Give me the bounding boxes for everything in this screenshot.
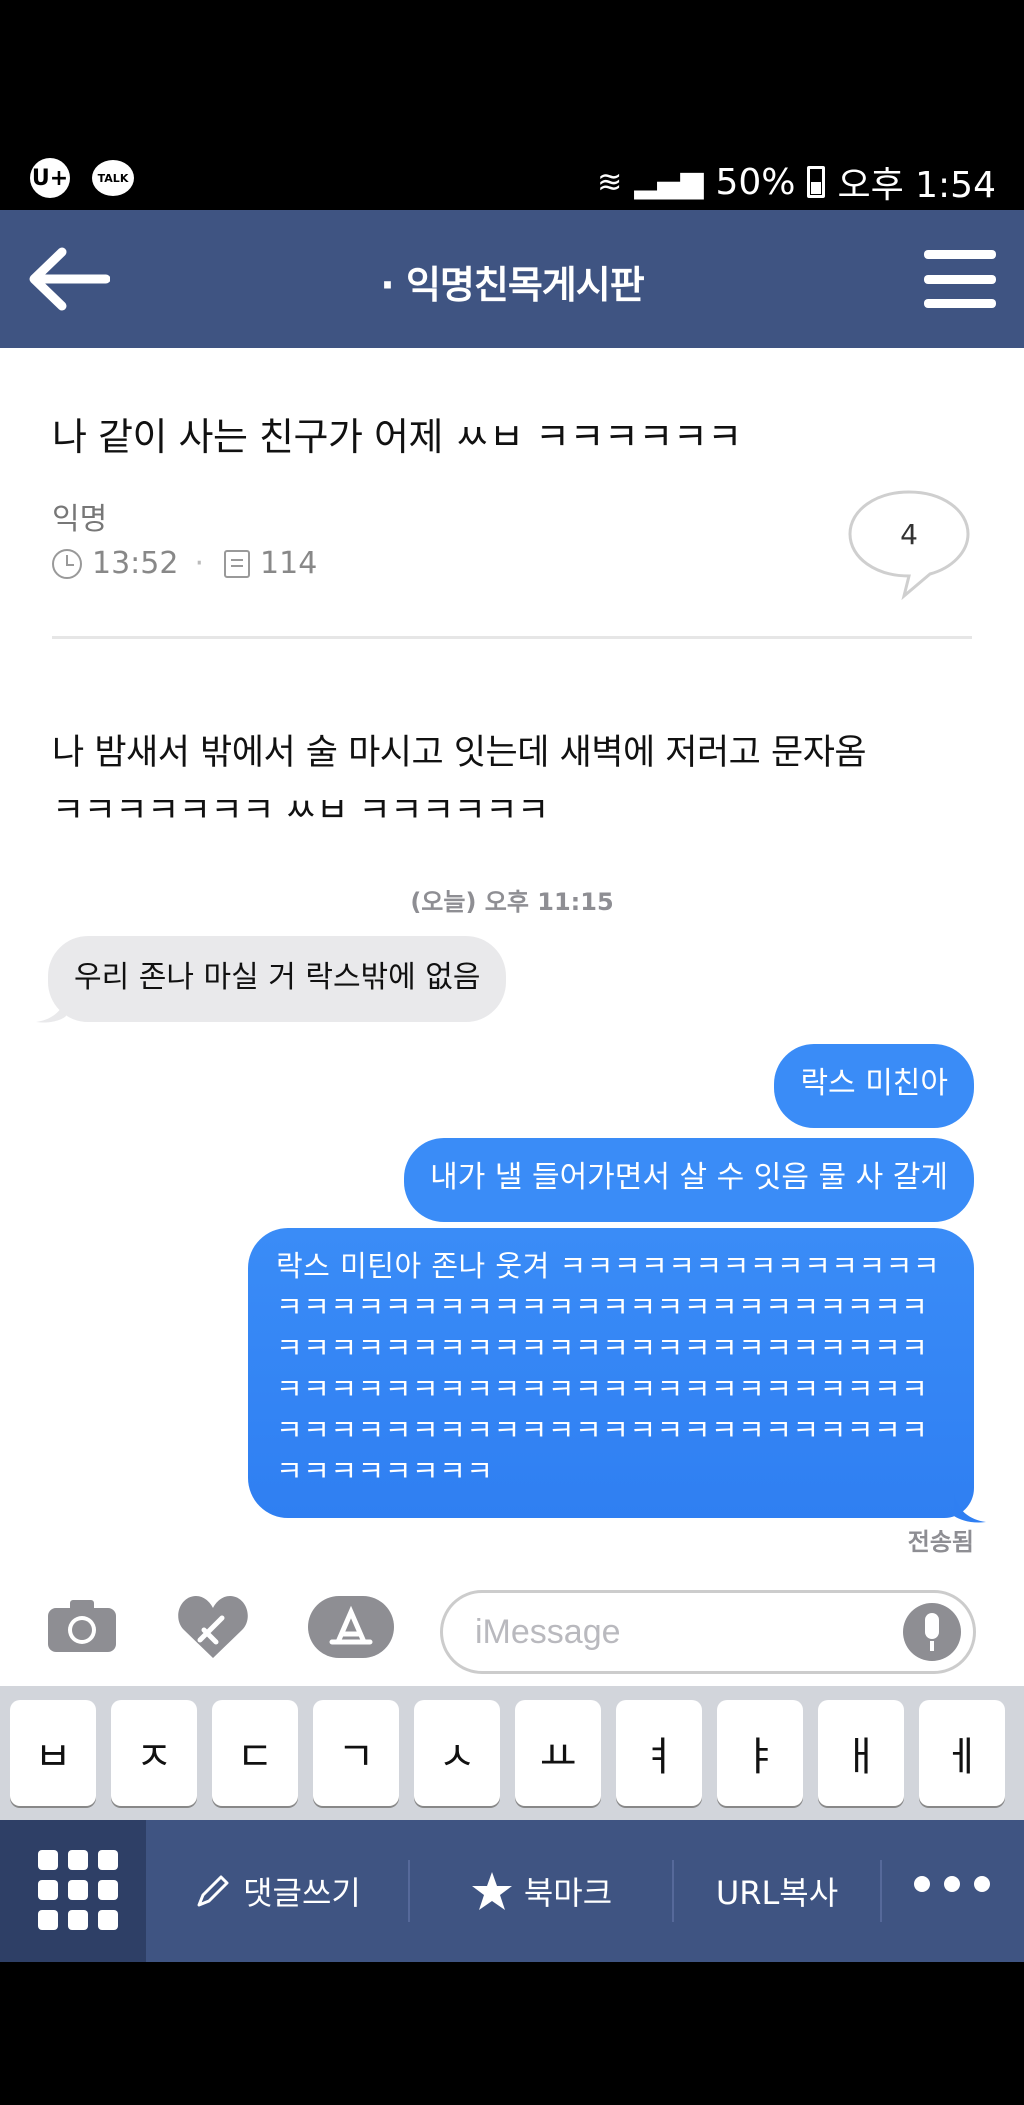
bottom-toolbar: 댓글쓰기 북마크 URL복사 [0, 1820, 1024, 1962]
toolbar-separator [880, 1860, 882, 1922]
write-comment-label: 댓글쓰기 [243, 1874, 361, 1912]
imessage-placeholder: iMessage [475, 1613, 621, 1651]
post-author: 익명 [52, 502, 108, 537]
incoming-message: 우리 존나 마실 거 락스밖에 없음 [48, 936, 507, 1022]
pencil-icon [197, 1875, 229, 1907]
app-header: · 익명친목게시판 [0, 210, 1024, 348]
keyboard-key: ㅕ [616, 1700, 702, 1806]
comment-count-button[interactable]: 4 [846, 488, 972, 600]
battery-icon [807, 166, 826, 198]
url-copy-button[interactable]: URL복사 [674, 1820, 880, 1962]
board-title: · 익명친목게시판 [380, 263, 644, 307]
outgoing-message: 락스 미친아 [774, 1044, 974, 1128]
comment-count: 4 [900, 518, 918, 551]
imessage-input: iMessage [440, 1590, 976, 1674]
outgoing-message: 락스 미틴아 존나 웃겨 ㅋㅋㅋㅋㅋㅋㅋㅋㅋㅋㅋㅋㅋㅋㅋㅋㅋㅋㅋㅋㅋㅋㅋㅋㅋㅋㅋ… [248, 1228, 974, 1518]
keyboard-key: ㅈ [111, 1700, 197, 1806]
meta-separator: · [194, 546, 205, 581]
post-content: 나 같이 사는 친구가 어제 ㅆㅂ ㅋㅋㅋㅋㅋㅋ 익명 13:52 · 114 … [0, 348, 1024, 1820]
keyboard-key: ㄷ [212, 1700, 298, 1806]
post-body: 나 밤새서 밖에서 술 마시고 잇는데 새벽에 저러고 문자옴 ㅋㅋㅋㅋㅋㅋㅋ … [52, 724, 982, 840]
post-body-line: ㅋㅋㅋㅋㅋㅋㅋ ㅆㅂ ㅋㅋㅋㅋㅋㅋ [52, 791, 549, 831]
post-time: 13:52 [92, 546, 179, 581]
uplus-icon: U+ [30, 158, 70, 198]
imessage-compose-bar: iMessage [0, 1576, 1024, 1676]
chat-timestamp: (오늘) 오후 11:15 [410, 888, 614, 916]
post-body-line: 나 밤새서 밖에서 술 마시고 잇는데 새벽에 저러고 문자옴 [52, 733, 867, 773]
kakaotalk-icon: TALK [92, 160, 134, 196]
divider [52, 636, 972, 639]
menu-icon[interactable] [924, 250, 996, 308]
keyboard-key: ㅂ [10, 1700, 96, 1806]
post-views: 114 [260, 546, 318, 581]
digital-touch-heart-icon [178, 1596, 248, 1658]
delivered-status: 전송됨 [907, 1528, 974, 1556]
write-comment-button[interactable]: 댓글쓰기 [146, 1820, 408, 1962]
outgoing-message: 내가 낼 들어가면서 살 수 잇음 물 사 갈게 [404, 1138, 974, 1222]
status-bar: U+ TALK ≋ ▂▄▆ 50% 오후 1:54 [0, 150, 1024, 210]
url-copy-label: URL복사 [715, 1874, 839, 1912]
post-title: 나 같이 사는 친구가 어제 ㅆㅂ ㅋㅋㅋㅋㅋㅋ [52, 415, 742, 459]
battery-percent: 50% [715, 161, 796, 203]
bookmark-label: 북마크 [523, 1874, 613, 1912]
bubble-tail [954, 1492, 986, 1523]
status-right: ≋ ▂▄▆ 50% 오후 1:54 [597, 156, 996, 208]
view-count-icon [224, 549, 251, 578]
keyboard-key: ㅔ [919, 1700, 1005, 1806]
keyboard-key: ㅛ [515, 1700, 601, 1806]
more-icon[interactable] [914, 1876, 990, 1892]
app-store-icon [308, 1596, 394, 1658]
wifi-icon: ≋ [597, 164, 623, 200]
bookmark-button[interactable]: 북마크 [410, 1820, 672, 1962]
keyboard: ㅂ ㅈ ㄷ ㄱ ㅅ ㅛ ㅕ ㅑ ㅐ ㅔ [0, 1686, 1024, 1820]
microphone-icon [903, 1603, 961, 1661]
keyboard-key: ㅐ [818, 1700, 904, 1806]
keyboard-key: ㄱ [313, 1700, 399, 1806]
post-meta: 13:52 · 114 [52, 546, 317, 581]
status-time: 오후 1:54 [837, 165, 996, 206]
keyboard-key: ㅅ [414, 1700, 500, 1806]
clock-icon [52, 548, 82, 579]
grid-menu-icon[interactable] [0, 1820, 146, 1962]
camera-icon [48, 1600, 116, 1652]
keyboard-key: ㅑ [717, 1700, 803, 1806]
star-icon [471, 1872, 512, 1910]
status-left-icons: U+ TALK [30, 158, 134, 198]
signal-icon: ▂▄▆ [634, 164, 704, 200]
